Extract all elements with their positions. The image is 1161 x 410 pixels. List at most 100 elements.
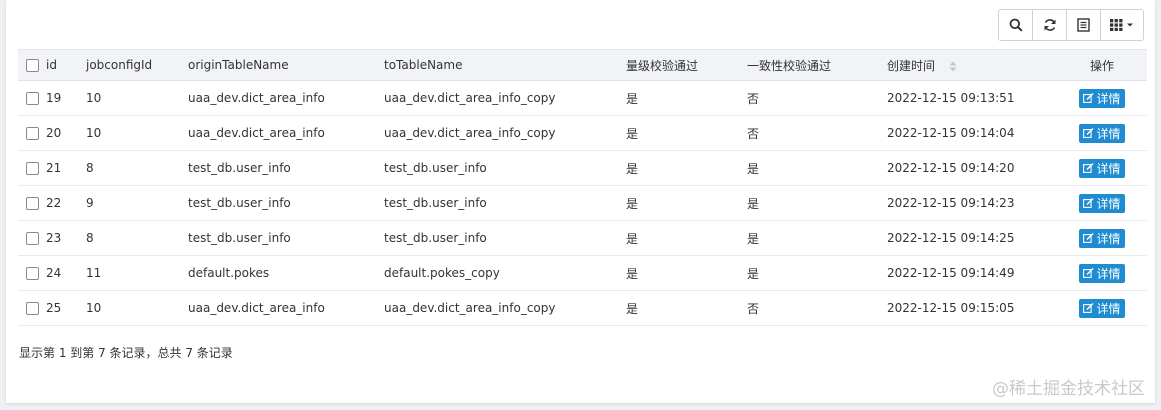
detail-button[interactable]: 详情 bbox=[1079, 193, 1125, 213]
header-origintablename[interactable]: originTableName bbox=[188, 49, 384, 81]
table-panel: id jobconfigId originTableName toTableNa… bbox=[6, 0, 1155, 403]
cell-consistency-check: 是 bbox=[747, 161, 760, 176]
edit-icon bbox=[1083, 268, 1094, 278]
cell-jobconfigid: 8 bbox=[86, 231, 94, 245]
edit-icon bbox=[1083, 198, 1094, 208]
row-checkbox[interactable] bbox=[25, 232, 39, 245]
cell-id: 24 bbox=[46, 266, 62, 280]
cell-created-time: 2022-12-15 09:14:49 bbox=[887, 266, 1015, 280]
cell-jobconfigid: 9 bbox=[86, 196, 94, 210]
cell-origintablename: default.pokes bbox=[188, 266, 270, 280]
table-row: 20 10 uaa_dev.dict_area_info uaa_dev.dict_a… bbox=[18, 116, 1147, 151]
row-checkbox[interactable] bbox=[25, 162, 39, 175]
row-checkbox[interactable] bbox=[25, 127, 39, 140]
table-row: 25 10 uaa_dev.dict_area_info uaa_dev.dict_a… bbox=[18, 291, 1147, 326]
detail-button[interactable]: 详情 bbox=[1079, 88, 1125, 108]
cell-totablename: test_db.user_info bbox=[384, 231, 487, 245]
detail-button-label: 详情 bbox=[1096, 126, 1121, 141]
cell-created-time: 2022-12-15 09:14:23 bbox=[887, 196, 1015, 210]
table-row: 22 9 test_db.user_info test_db.user_info 是 是 2… bbox=[18, 186, 1147, 221]
header-id[interactable]: id bbox=[46, 49, 86, 81]
detail-button[interactable]: 详情 bbox=[1079, 158, 1125, 178]
detail-button-label: 详情 bbox=[1096, 231, 1121, 246]
table-header-row: id jobconfigId originTableName toTableNa… bbox=[18, 49, 1147, 81]
cell-created-time: 2022-12-15 09:14:04 bbox=[887, 126, 1015, 140]
header-actions: 操作 bbox=[1057, 49, 1147, 81]
cell-jobconfigid: 10 bbox=[86, 126, 102, 140]
detail-button-label: 详情 bbox=[1096, 266, 1121, 281]
cell-id: 21 bbox=[46, 161, 62, 175]
cell-id: 23 bbox=[46, 231, 62, 245]
cell-created-time: 2022-12-15 09:14:20 bbox=[887, 161, 1015, 175]
cell-volume-check: 是 bbox=[626, 301, 639, 316]
cell-totablename: uaa_dev.dict_area_info_copy bbox=[384, 91, 556, 105]
cell-volume-check: 是 bbox=[626, 266, 639, 281]
row-checkbox[interactable] bbox=[25, 92, 39, 105]
row-checkbox[interactable] bbox=[25, 267, 39, 280]
edit-icon bbox=[1083, 93, 1094, 103]
toggle-view-button[interactable] bbox=[1067, 10, 1101, 40]
detail-button[interactable]: 详情 bbox=[1079, 298, 1125, 318]
header-consistency-check[interactable]: 一致性校验通过 bbox=[747, 49, 887, 81]
detail-button[interactable]: 详情 bbox=[1079, 263, 1125, 283]
cell-created-time: 2022-12-15 09:13:51 bbox=[887, 91, 1015, 105]
cell-origintablename: uaa_dev.dict_area_info bbox=[188, 126, 325, 140]
detail-button-label: 详情 bbox=[1096, 196, 1121, 211]
detail-button[interactable]: 详情 bbox=[1079, 228, 1125, 248]
cell-origintablename: test_db.user_info bbox=[188, 161, 291, 175]
watermark: @稀土掘金技术社区 bbox=[992, 379, 1145, 399]
cell-id: 25 bbox=[46, 301, 62, 315]
list-icon bbox=[1077, 18, 1090, 32]
cell-consistency-check: 是 bbox=[747, 231, 760, 246]
cell-origintablename: uaa_dev.dict_area_info bbox=[188, 301, 325, 315]
header-totablename[interactable]: toTableName bbox=[384, 49, 626, 81]
table-toolbar bbox=[998, 9, 1144, 41]
cell-consistency-check: 否 bbox=[747, 91, 760, 106]
cell-totablename: test_db.user_info bbox=[384, 196, 487, 210]
search-icon bbox=[1009, 18, 1023, 32]
cell-consistency-check: 是 bbox=[747, 266, 760, 281]
edit-icon bbox=[1083, 303, 1094, 313]
cell-totablename: default.pokes_copy bbox=[384, 266, 500, 280]
header-volume-check[interactable]: 量级校验通过 bbox=[626, 49, 747, 81]
header-jobconfigid[interactable]: jobconfigId bbox=[86, 49, 188, 81]
cell-jobconfigid: 10 bbox=[86, 91, 102, 105]
cell-totablename: uaa_dev.dict_area_info_copy bbox=[384, 126, 556, 140]
header-created-time[interactable]: 创建时间 bbox=[887, 49, 1057, 81]
pagination-summary: 显示第 1 到第 7 条记录，总共 7 条记录 bbox=[19, 346, 233, 360]
table-row: 24 11 default.pokes default.pokes_copy 是 是 202… bbox=[18, 256, 1147, 291]
row-checkbox[interactable] bbox=[25, 302, 39, 315]
cell-id: 22 bbox=[46, 196, 62, 210]
columns-dropdown-button[interactable] bbox=[1101, 10, 1143, 40]
cell-id: 20 bbox=[46, 126, 62, 140]
search-button[interactable] bbox=[999, 10, 1033, 40]
cell-consistency-check: 否 bbox=[747, 301, 760, 316]
cell-id: 19 bbox=[46, 91, 62, 105]
row-checkbox[interactable] bbox=[25, 197, 39, 210]
cell-origintablename: test_db.user_info bbox=[188, 196, 291, 210]
cell-totablename: uaa_dev.dict_area_info_copy bbox=[384, 301, 556, 315]
detail-button-label: 详情 bbox=[1096, 161, 1121, 176]
cell-consistency-check: 否 bbox=[747, 126, 760, 141]
sort-icon[interactable] bbox=[949, 61, 957, 72]
table-row: 19 10 uaa_dev.dict_area_info uaa_dev.dict_a… bbox=[18, 81, 1147, 116]
columns-icon bbox=[1110, 19, 1123, 31]
cell-created-time: 2022-12-15 09:15:05 bbox=[887, 301, 1015, 315]
detail-button[interactable]: 详情 bbox=[1079, 123, 1125, 143]
cell-consistency-check: 是 bbox=[747, 196, 760, 211]
cell-origintablename: test_db.user_info bbox=[188, 231, 291, 245]
edit-icon bbox=[1083, 128, 1094, 138]
cell-origintablename: uaa_dev.dict_area_info bbox=[188, 91, 325, 105]
cell-jobconfigid: 8 bbox=[86, 161, 94, 175]
table-row: 21 8 test_db.user_info test_db.user_info 是 是 2… bbox=[18, 151, 1147, 186]
detail-button-label: 详情 bbox=[1096, 91, 1121, 106]
cell-volume-check: 是 bbox=[626, 126, 639, 141]
cell-jobconfigid: 11 bbox=[86, 266, 102, 280]
cell-volume-check: 是 bbox=[626, 231, 639, 246]
refresh-button[interactable] bbox=[1033, 10, 1067, 40]
cell-volume-check: 是 bbox=[626, 161, 639, 176]
refresh-icon bbox=[1044, 19, 1055, 31]
select-all-checkbox[interactable] bbox=[25, 59, 39, 72]
cell-volume-check: 是 bbox=[626, 196, 639, 211]
table-row: 23 8 test_db.user_info test_db.user_info 是 是 2… bbox=[18, 221, 1147, 256]
